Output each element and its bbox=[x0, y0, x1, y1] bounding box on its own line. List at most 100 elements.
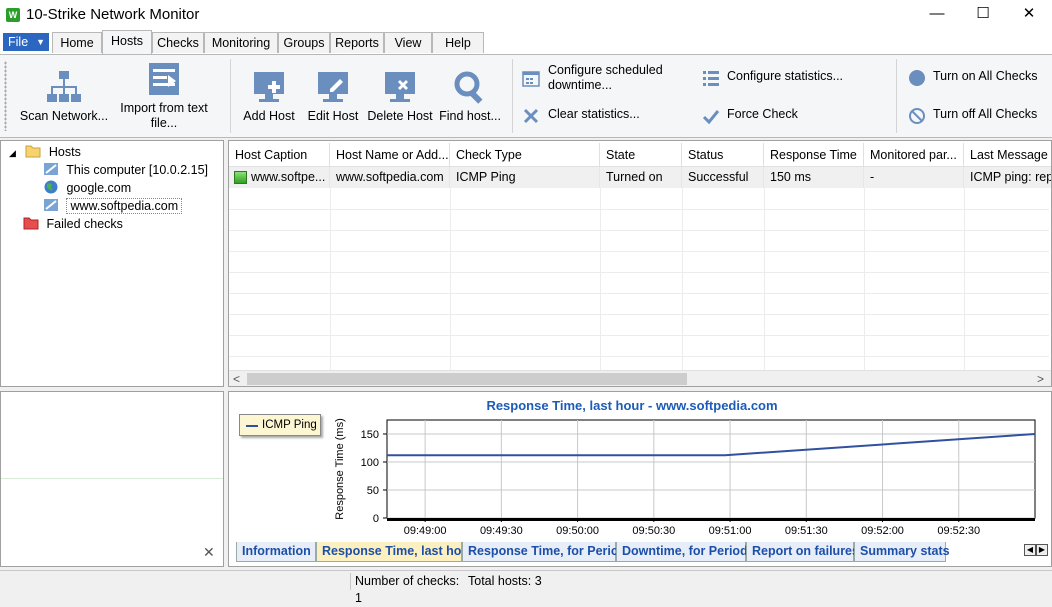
turn-on-all-checks-button[interactable]: Turn on All Checks bbox=[908, 69, 1048, 87]
y-tick-label: 100 bbox=[361, 457, 379, 469]
network-topology-icon bbox=[47, 71, 81, 102]
grid-line bbox=[450, 188, 451, 371]
tab-response-time-last-hour[interactable]: Response Time, last hour bbox=[316, 542, 474, 562]
tab-checks[interactable]: Checks bbox=[152, 32, 204, 53]
tree-node-google[interactable]: google.com bbox=[43, 179, 131, 197]
configure-statistics-button[interactable]: Configure statistics... bbox=[702, 69, 882, 87]
host-tree: ◢ Hosts This computer [10.0.2.15] google… bbox=[0, 140, 224, 387]
scrollbar-thumb[interactable] bbox=[247, 373, 687, 385]
minimize-button[interactable]: — bbox=[914, 0, 960, 30]
checkmark-icon bbox=[702, 110, 720, 125]
tree-node-this-computer[interactable]: This computer [10.0.2.15] bbox=[43, 161, 208, 179]
legend-label: ICMP Ping bbox=[262, 419, 317, 431]
grid-line bbox=[864, 188, 865, 371]
y-axis-label: Response Time (ms) bbox=[334, 418, 346, 519]
find-host-button[interactable]: Find host... bbox=[436, 69, 504, 124]
grid-line bbox=[229, 251, 1049, 252]
grid-line bbox=[229, 230, 1049, 231]
tab-report-failures[interactable]: Report on failures bbox=[746, 542, 859, 562]
grid-line bbox=[229, 293, 1049, 294]
checks-grid: Host Caption Host Name or Add... Check T… bbox=[228, 140, 1052, 387]
clear-statistics-label: Clear statistics... bbox=[548, 107, 640, 121]
grid-line bbox=[229, 314, 1049, 315]
chart-title: Response Time, last hour - www.softpedia… bbox=[486, 398, 778, 413]
horizontal-scrollbar[interactable]: < > bbox=[229, 370, 1051, 386]
cell-monitored-parameter: - bbox=[864, 167, 964, 188]
y-tick-label: 50 bbox=[367, 485, 379, 497]
scan-network-label: Scan Network... bbox=[19, 109, 109, 123]
maximize-button[interactable]: ☐ bbox=[960, 0, 1006, 30]
response-time-chart: 0 50 100 150 09:49:00 09:49:30 09:50:00 09:50:3… bbox=[334, 418, 1036, 537]
table-row[interactable]: www.softpe... www.softpedia.com ICMP Pin… bbox=[229, 167, 1051, 188]
status-bar: Number of checks: 1 Total hosts: 3 bbox=[0, 570, 1052, 605]
column-header-monitored-parameter[interactable]: Monitored par... bbox=[864, 143, 964, 167]
x-tick-label: 09:50:30 bbox=[632, 525, 675, 537]
tab-information[interactable]: Information bbox=[236, 542, 316, 562]
column-header-status[interactable]: Status bbox=[682, 143, 764, 167]
tab-monitoring[interactable]: Monitoring bbox=[204, 32, 278, 53]
edit-host-button[interactable]: Edit Host bbox=[302, 69, 364, 124]
tree-node-hosts[interactable]: ◢ Hosts bbox=[9, 143, 81, 162]
force-check-button[interactable]: Force Check bbox=[702, 107, 882, 125]
column-header-host-caption[interactable]: Host Caption bbox=[229, 143, 330, 167]
column-header-host-name[interactable]: Host Name or Add... bbox=[330, 143, 450, 167]
y-tick-label: 150 bbox=[361, 429, 379, 441]
column-header-last-message[interactable]: Last Message bbox=[964, 143, 1051, 167]
x-axis-line bbox=[387, 518, 1035, 521]
import-text-label: Import from text file... bbox=[120, 101, 208, 130]
add-host-button[interactable]: Add Host bbox=[238, 69, 300, 124]
column-header-state[interactable]: State bbox=[600, 143, 682, 167]
tab-scroll-left-icon[interactable]: ◀ bbox=[1024, 544, 1036, 556]
grid-line bbox=[229, 356, 1049, 357]
ribbon-grip bbox=[4, 61, 7, 131]
add-host-label: Add Host bbox=[243, 109, 295, 123]
tree-node-label: Hosts bbox=[48, 145, 81, 159]
delete-host-button[interactable]: Delete Host bbox=[366, 69, 434, 124]
status-hosts-count: Total hosts: 3 bbox=[468, 574, 542, 588]
tab-downtime-period[interactable]: Downtime, for Period bbox=[616, 542, 748, 562]
app-logo-icon: W bbox=[6, 8, 20, 22]
prohibited-icon bbox=[909, 108, 925, 124]
menu-bar: File ▼ Home Hosts Checks Monitoring Grou… bbox=[0, 30, 1052, 54]
configure-downtime-label: Configure scheduled downtime... bbox=[548, 63, 663, 92]
tree-node-softpedia[interactable]: www.softpedia.com bbox=[43, 197, 183, 215]
tab-response-time-period[interactable]: Response Time, for Period bbox=[462, 542, 626, 562]
tab-summary-stats[interactable]: Summary stats bbox=[854, 542, 950, 562]
tab-help[interactable]: Help bbox=[432, 32, 484, 53]
tab-reports[interactable]: Reports bbox=[330, 32, 384, 53]
x-tick-label: 09:50:00 bbox=[556, 525, 599, 537]
file-menu-button[interactable]: File ▼ bbox=[3, 33, 49, 51]
scan-network-button[interactable]: Scan Network... bbox=[14, 69, 114, 124]
scroll-left-button[interactable]: < bbox=[233, 371, 240, 386]
clear-statistics-button[interactable]: Clear statistics... bbox=[522, 107, 692, 125]
folder-icon bbox=[25, 145, 41, 158]
scroll-right-button[interactable]: > bbox=[1037, 371, 1044, 386]
tree-node-failed-checks[interactable]: Failed checks bbox=[23, 215, 123, 233]
close-button[interactable]: ✕ bbox=[1006, 0, 1052, 30]
tab-scroll-right-icon[interactable]: ▶ bbox=[1036, 544, 1048, 556]
expand-arrow-icon[interactable]: ◢ bbox=[9, 148, 16, 158]
grid-line bbox=[682, 188, 683, 371]
import-text-button[interactable]: Import from text file... bbox=[116, 61, 212, 131]
turn-off-all-checks-button[interactable]: Turn off All Checks bbox=[908, 107, 1048, 125]
column-header-check-type[interactable]: Check Type bbox=[450, 143, 600, 167]
chevron-down-icon: ▼ bbox=[36, 37, 45, 47]
tab-view[interactable]: View bbox=[384, 32, 432, 53]
cell-check-type: ICMP Ping bbox=[450, 167, 600, 188]
status-ok-icon bbox=[234, 171, 247, 184]
configure-downtime-button[interactable]: Configure scheduled downtime... bbox=[522, 63, 692, 95]
close-panel-icon[interactable]: ✕ bbox=[203, 544, 215, 561]
delete-host-icon bbox=[385, 72, 415, 102]
cell-status: Successful bbox=[682, 167, 764, 188]
force-check-label: Force Check bbox=[727, 107, 798, 121]
tab-home[interactable]: Home bbox=[52, 32, 102, 53]
x-tick-label: 09:49:00 bbox=[404, 525, 447, 537]
grid-line bbox=[229, 209, 1049, 210]
tab-groups[interactable]: Groups bbox=[278, 32, 330, 53]
computer-icon bbox=[44, 199, 58, 211]
tab-hosts[interactable]: Hosts bbox=[102, 30, 152, 54]
grid-line bbox=[964, 188, 965, 371]
column-header-response-time[interactable]: Response Time bbox=[764, 143, 864, 167]
cell-host-name: www.softpedia.com bbox=[330, 167, 450, 188]
ribbon-toolbar: Scan Network... Import from text file...… bbox=[0, 54, 1052, 138]
